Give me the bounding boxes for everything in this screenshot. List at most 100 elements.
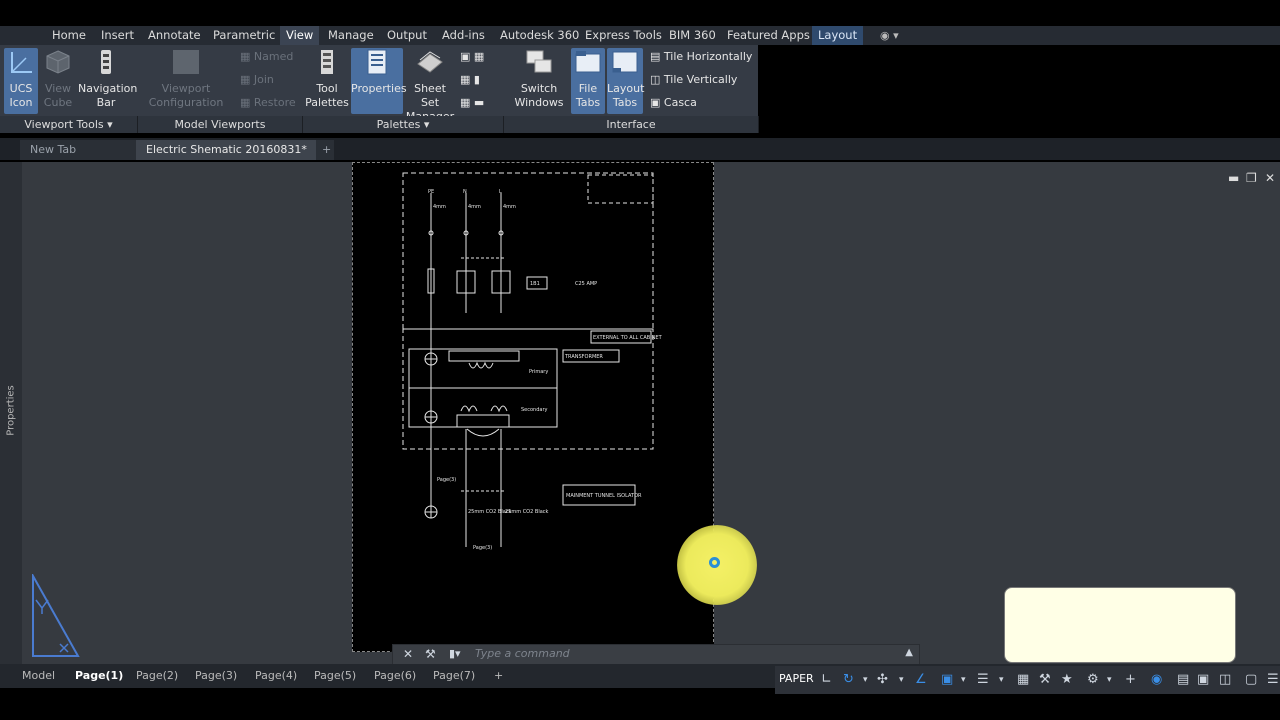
tab-featured-apps[interactable]: Featured Apps bbox=[721, 26, 816, 45]
label-breaker: C25 AMP bbox=[575, 281, 597, 287]
ortho-icon[interactable]: ↻ bbox=[843, 672, 854, 687]
add-icon[interactable]: + bbox=[1125, 672, 1136, 687]
ucs-icon-button[interactable]: UCS Icon bbox=[4, 48, 38, 114]
tab-page-6[interactable]: Page(6) bbox=[366, 668, 424, 684]
ortho-dropdown-icon[interactable]: ▾ bbox=[863, 675, 868, 685]
tab-page-5[interactable]: Page(5) bbox=[306, 668, 364, 684]
grid-snap-icon[interactable]: ∟ bbox=[821, 672, 832, 687]
workspace-dropdown-icon[interactable]: ▾ bbox=[1107, 675, 1112, 685]
polar-dropdown-icon[interactable]: ▾ bbox=[899, 675, 904, 685]
markup-set-icon[interactable]: ▦ ▮ bbox=[460, 73, 480, 87]
command-input[interactable]: Type a command bbox=[475, 647, 570, 660]
tab-new-tab[interactable]: New Tab bbox=[20, 140, 150, 160]
paper-space-toggle[interactable]: PAPER bbox=[779, 672, 814, 685]
camera-icon[interactable]: ◉ ▾ bbox=[880, 26, 899, 45]
tab-page-1[interactable]: Page(1) bbox=[67, 668, 131, 684]
cascade-icon: ▣ bbox=[650, 96, 661, 109]
close-command-icon[interactable]: ✕ bbox=[403, 647, 413, 661]
cascade-button[interactable]: ▣ Casca bbox=[650, 96, 697, 110]
polar-tracking-icon[interactable]: ✣ bbox=[877, 672, 888, 687]
command-history-up-icon[interactable]: ▲ bbox=[905, 647, 913, 658]
cursor-ring-icon bbox=[709, 557, 720, 568]
tool-palettes-button[interactable]: Tool Palettes bbox=[305, 48, 349, 110]
switch-windows-label: Switch Windows bbox=[514, 82, 564, 109]
tab-view[interactable]: View bbox=[280, 26, 320, 45]
interface-panel-title: Interface bbox=[504, 116, 759, 133]
label-pe: PE bbox=[428, 189, 434, 195]
tile-horizontally-button[interactable]: ▤ Tile Horizontally bbox=[650, 50, 752, 64]
annotation-scale-icon[interactable]: ⚒ bbox=[1039, 672, 1051, 687]
viewport-tools-panel-title[interactable]: Viewport Tools ▾ bbox=[0, 116, 138, 133]
properties-icon bbox=[367, 49, 387, 75]
join-viewports-button[interactable]: ▦ Join bbox=[240, 73, 274, 87]
tab-page-3[interactable]: Page(3) bbox=[187, 668, 245, 684]
tab-parametric[interactable]: Parametric bbox=[207, 26, 281, 45]
viewport-configuration-button[interactable]: Viewport Configuration bbox=[146, 48, 226, 110]
tab-manage[interactable]: Manage bbox=[322, 26, 380, 45]
add-tab-button[interactable]: + bbox=[316, 140, 334, 160]
command-prompt-icon: ▮▾ bbox=[449, 647, 461, 660]
tile-horizontally-icon: ▤ bbox=[650, 50, 661, 63]
label-external: EXTERNAL TO ALL CABINET bbox=[593, 335, 663, 341]
properties-panel-label: Properties bbox=[5, 385, 17, 436]
tool-palettes-label: Tool Palettes bbox=[305, 82, 349, 109]
quick-view-icon[interactable]: ▦ bbox=[1017, 672, 1029, 687]
sheet-set-manager-icon bbox=[417, 51, 443, 73]
clean-screen-icon[interactable]: ▣ bbox=[1197, 672, 1209, 687]
tile-vertically-button[interactable]: ◫ Tile Vertically bbox=[650, 73, 737, 87]
properties-label: Properties bbox=[351, 82, 407, 95]
units-icon[interactable]: ◫ bbox=[1219, 672, 1231, 687]
lineweight-icon[interactable]: ☰ bbox=[977, 672, 989, 687]
fullscreen-icon[interactable]: ▢ bbox=[1245, 672, 1257, 687]
layout-tabs-button[interactable]: Layout Tabs bbox=[607, 48, 644, 114]
workspace-gear-icon[interactable]: ⚙ bbox=[1087, 672, 1099, 687]
restore-icon[interactable]: ❐ bbox=[1246, 171, 1257, 185]
tab-page-7[interactable]: Page(7) bbox=[425, 668, 483, 684]
tab-home[interactable]: Home bbox=[46, 26, 92, 45]
close-icon[interactable]: ✕ bbox=[1265, 171, 1275, 185]
named-viewports-button[interactable]: ▦ Named bbox=[240, 50, 293, 64]
quickcalc-icon[interactable]: ▦ ▬ bbox=[460, 96, 484, 110]
label-breaker-tag: 1B1 bbox=[530, 281, 540, 287]
tab-model[interactable]: Model bbox=[14, 668, 63, 684]
properties-button[interactable]: Properties bbox=[351, 48, 407, 114]
navigation-bar-icon bbox=[101, 50, 111, 74]
tab-insert[interactable]: Insert bbox=[95, 26, 140, 45]
annotation-visibility-icon[interactable]: ★ bbox=[1061, 672, 1073, 687]
tab-page-4[interactable]: Page(4) bbox=[247, 668, 305, 684]
hardware-acceleration-icon[interactable]: ▤ bbox=[1177, 672, 1189, 687]
snap-dropdown-icon[interactable]: ▾ bbox=[961, 675, 966, 685]
switch-windows-button[interactable]: Switch Windows bbox=[512, 48, 566, 110]
file-tabs-button[interactable]: File Tabs bbox=[571, 48, 605, 114]
tab-add-ins[interactable]: Add-ins bbox=[436, 26, 491, 45]
sheet-set-manager-button[interactable]: Sheet Set Manager bbox=[405, 48, 455, 124]
layout-tabs-icon bbox=[612, 51, 638, 73]
object-snap-icon[interactable]: ∠ bbox=[915, 672, 927, 687]
tab-autodesk-360[interactable]: Autodesk 360 bbox=[494, 26, 585, 45]
tab-electric-schematic[interactable]: Electric Shematic 20160831* ✕ bbox=[136, 140, 326, 160]
view-cube-button[interactable]: View Cube bbox=[40, 48, 76, 110]
design-center-icon[interactable]: ▣ ▦ bbox=[460, 50, 484, 64]
object-snap-tracking-icon[interactable]: ▣ bbox=[941, 672, 953, 687]
restore-viewports-button[interactable]: ▦ Restore bbox=[240, 96, 296, 110]
palettes-panel-title[interactable]: Palettes ▾ bbox=[303, 116, 504, 133]
tab-layout[interactable]: Layout bbox=[812, 26, 864, 45]
paper-sheet[interactable]: PE N L 4mm 4mm 4mm 1B1 C25 AMP EXTERNAL … bbox=[352, 162, 714, 652]
tab-page-2[interactable]: Page(2) bbox=[128, 668, 186, 684]
view-cube-label: View Cube bbox=[43, 82, 73, 109]
ucs-icon-label: UCS Icon bbox=[9, 82, 33, 109]
tab-output[interactable]: Output bbox=[381, 26, 433, 45]
tab-express-tools[interactable]: Express Tools bbox=[579, 26, 668, 45]
lineweight-dropdown-icon[interactable]: ▾ bbox=[999, 675, 1004, 685]
isolate-objects-icon[interactable]: ◉ bbox=[1151, 672, 1162, 687]
add-layout-button[interactable]: + bbox=[486, 668, 511, 684]
navigation-bar-button[interactable]: Navigation Bar bbox=[78, 48, 137, 110]
command-line[interactable]: ✕ ⚒ ▮▾ Type a command ▲ bbox=[392, 644, 920, 666]
tab-annotate[interactable]: Annotate bbox=[142, 26, 207, 45]
label-4mm-pe: 4mm bbox=[433, 204, 446, 210]
minimize-icon[interactable]: ▬ bbox=[1228, 171, 1239, 185]
label-isolator: MAINMENT TUNNEL ISOLATOR bbox=[566, 493, 642, 499]
customization-menu-icon[interactable]: ☰ bbox=[1267, 672, 1279, 687]
tab-bim-360[interactable]: BIM 360 bbox=[663, 26, 722, 45]
customize-wrench-icon[interactable]: ⚒ bbox=[425, 647, 436, 661]
